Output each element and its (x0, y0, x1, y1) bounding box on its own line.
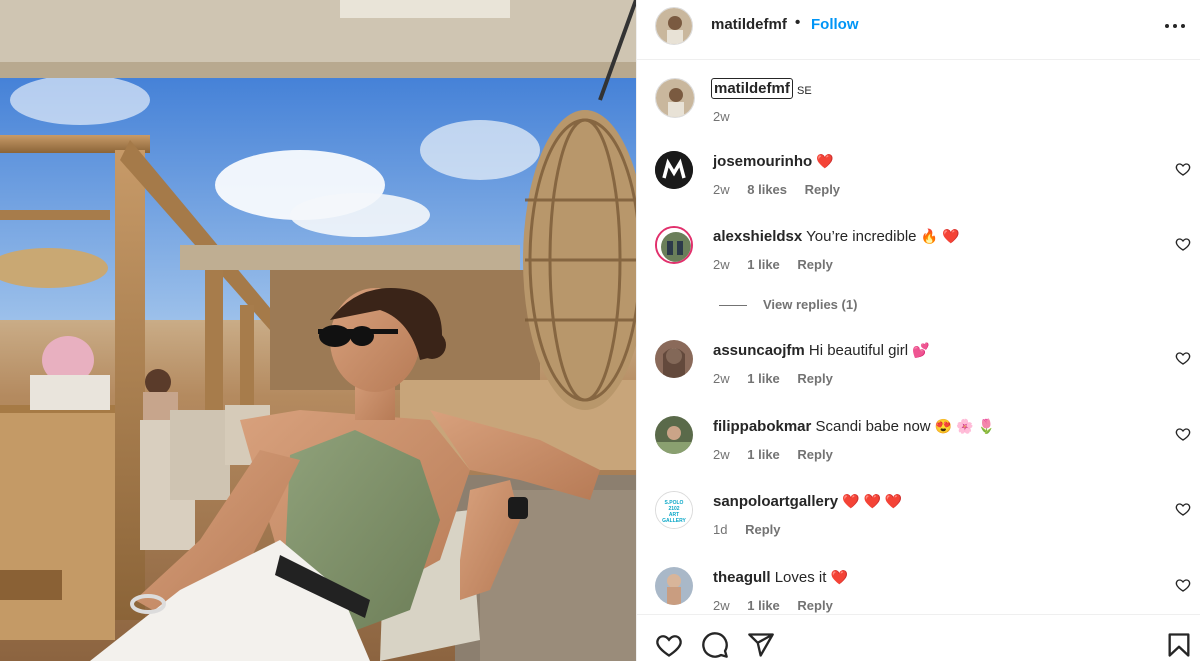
post-photo[interactable] (0, 0, 636, 661)
comment-item: S.POLO 2102 ART GALLERY sanpoloartgaller… (637, 491, 1200, 566)
reply-button[interactable]: Reply (797, 371, 832, 386)
caption-avatar-image (656, 79, 694, 117)
comment-item: theagull Loves it ❤️ 2w 1 like Reply (637, 567, 1200, 614)
post-details-panel: matildefmf • Follow matildefmf SE 2w jos… (636, 0, 1200, 661)
heart-icon[interactable] (1175, 426, 1191, 442)
comment-username[interactable]: sanpoloartgallery (713, 493, 838, 510)
comment-time[interactable]: 2w (713, 371, 730, 386)
reply-button[interactable]: Reply (797, 257, 832, 272)
caption-avatar[interactable] (655, 78, 695, 118)
author-avatar-image (656, 8, 692, 44)
comment-username[interactable]: theagull (713, 569, 771, 586)
comment-meta: 1d Reply (713, 522, 795, 537)
comment-avatar-image (655, 567, 693, 605)
heart-icon[interactable] (1175, 161, 1191, 177)
comment-text: Scandi babe now (815, 418, 931, 435)
comment-meta: 2w 1 like Reply (713, 257, 847, 272)
comments-list[interactable]: matildefmf SE 2w josemourinho ❤️ 2w 8 li… (637, 60, 1200, 614)
comment-line: theagull Loves it ❤️ (713, 569, 848, 586)
comment-time[interactable]: 2w (713, 598, 730, 613)
reply-button[interactable]: Reply (797, 447, 832, 462)
author-username[interactable]: matildefmf (711, 16, 787, 33)
post-action-bar (637, 614, 1200, 661)
comment-likes[interactable]: 8 likes (747, 182, 787, 197)
comment-text: Hi beautiful girl (808, 342, 909, 359)
heart-icon[interactable] (655, 631, 683, 659)
comment-item: assuncaojfm Hi beautiful girl 💕 2w 1 lik… (637, 340, 1200, 415)
post-photo-illustration (0, 0, 636, 661)
comment-time[interactable]: 2w (713, 257, 730, 272)
comment-emoji: ❤️ (830, 569, 848, 585)
view-replies-label: View replies (1) (763, 297, 858, 312)
comment-avatar-image (655, 416, 693, 454)
comment-emoji: 💕 (912, 342, 930, 358)
caption-time[interactable]: 2w (713, 109, 730, 124)
comment-emoji: ❤️ ❤️ ❤️ (842, 493, 903, 509)
post-header: matildefmf • Follow (637, 0, 1200, 60)
comment-time[interactable]: 1d (713, 522, 727, 537)
comment-line: josemourinho ❤️ (713, 153, 834, 170)
reply-button[interactable]: Reply (805, 182, 840, 197)
comment-line: assuncaojfm Hi beautiful girl 💕 (713, 342, 930, 359)
comment-meta: 2w 1 like Reply (713, 447, 847, 462)
mourinho-logo-icon (655, 151, 693, 189)
comment-line: alexshieldsx You’re incredible 🔥 ❤️ (713, 228, 959, 245)
comment-line: sanpoloartgallery ❤️ ❤️ ❤️ (713, 493, 902, 510)
comment-meta: 2w 1 like Reply (713, 371, 847, 386)
comment-likes[interactable]: 1 like (747, 257, 780, 272)
comment-emoji: ❤️ (816, 153, 834, 169)
caption-username[interactable]: matildefmf (711, 78, 793, 99)
reply-button[interactable]: Reply (797, 598, 832, 613)
comment-item: josemourinho ❤️ 2w 8 likes Reply (637, 151, 1200, 226)
view-replies-line (719, 305, 747, 307)
comment-meta: 2w 8 likes Reply (713, 182, 854, 197)
heart-icon[interactable] (1175, 501, 1191, 517)
share-icon[interactable] (747, 631, 775, 659)
comment-time[interactable]: 2w (713, 182, 730, 197)
more-horizontal-icon[interactable] (1163, 16, 1187, 36)
reply-button[interactable]: Reply (745, 522, 780, 537)
svg-text:GALLERY: GALLERY (662, 518, 686, 524)
comment-avatar[interactable] (655, 416, 693, 454)
comment-avatar[interactable] (655, 340, 693, 378)
caption-text: SE (797, 85, 812, 97)
comment-avatar-image (655, 340, 693, 378)
comment-likes[interactable]: 1 like (747, 371, 780, 386)
comment-emoji: 🔥 ❤️ (920, 228, 960, 244)
comment-likes[interactable]: 1 like (747, 447, 780, 462)
heart-icon[interactable] (1175, 350, 1191, 366)
comment-likes[interactable]: 1 like (747, 598, 780, 613)
comment-avatar-story[interactable] (655, 226, 693, 264)
comment-avatar[interactable] (655, 151, 693, 189)
follow-button[interactable]: Follow (811, 16, 859, 33)
comment-icon[interactable] (701, 631, 729, 659)
comment-avatar[interactable] (655, 567, 693, 605)
bookmark-icon[interactable] (1165, 631, 1193, 659)
view-replies-button[interactable]: View replies (1) (719, 297, 857, 312)
comment-username[interactable]: josemourinho (713, 153, 812, 170)
comment-avatar[interactable]: S.POLO 2102 ART GALLERY (655, 491, 693, 529)
comment-avatar-image (657, 228, 691, 262)
heart-icon[interactable] (1175, 236, 1191, 252)
comment-username[interactable]: assuncaojfm (713, 342, 805, 359)
comment-text: You’re incredible (806, 228, 917, 245)
comment-meta: 2w 1 like Reply (713, 598, 847, 613)
comment-item: alexshieldsx You’re incredible 🔥 ❤️ 2w 1… (637, 226, 1200, 301)
comment-item: filippabokmar Scandi babe now 😍 🌸 🌷 2w 1… (637, 416, 1200, 491)
header-separator: • (795, 14, 801, 31)
author-avatar[interactable] (655, 7, 693, 45)
comment-username[interactable]: filippabokmar (713, 418, 811, 435)
comment-username[interactable]: alexshieldsx (713, 228, 802, 245)
comment-text: Loves it (774, 569, 827, 586)
comment-time[interactable]: 2w (713, 447, 730, 462)
sanpolo-gallery-logo-icon: S.POLO 2102 ART GALLERY (656, 492, 692, 528)
comment-line: filippabokmar Scandi babe now 😍 🌸 🌷 (713, 418, 995, 435)
heart-icon[interactable] (1175, 577, 1191, 593)
comment-emoji: 😍 🌸 🌷 (934, 418, 995, 434)
